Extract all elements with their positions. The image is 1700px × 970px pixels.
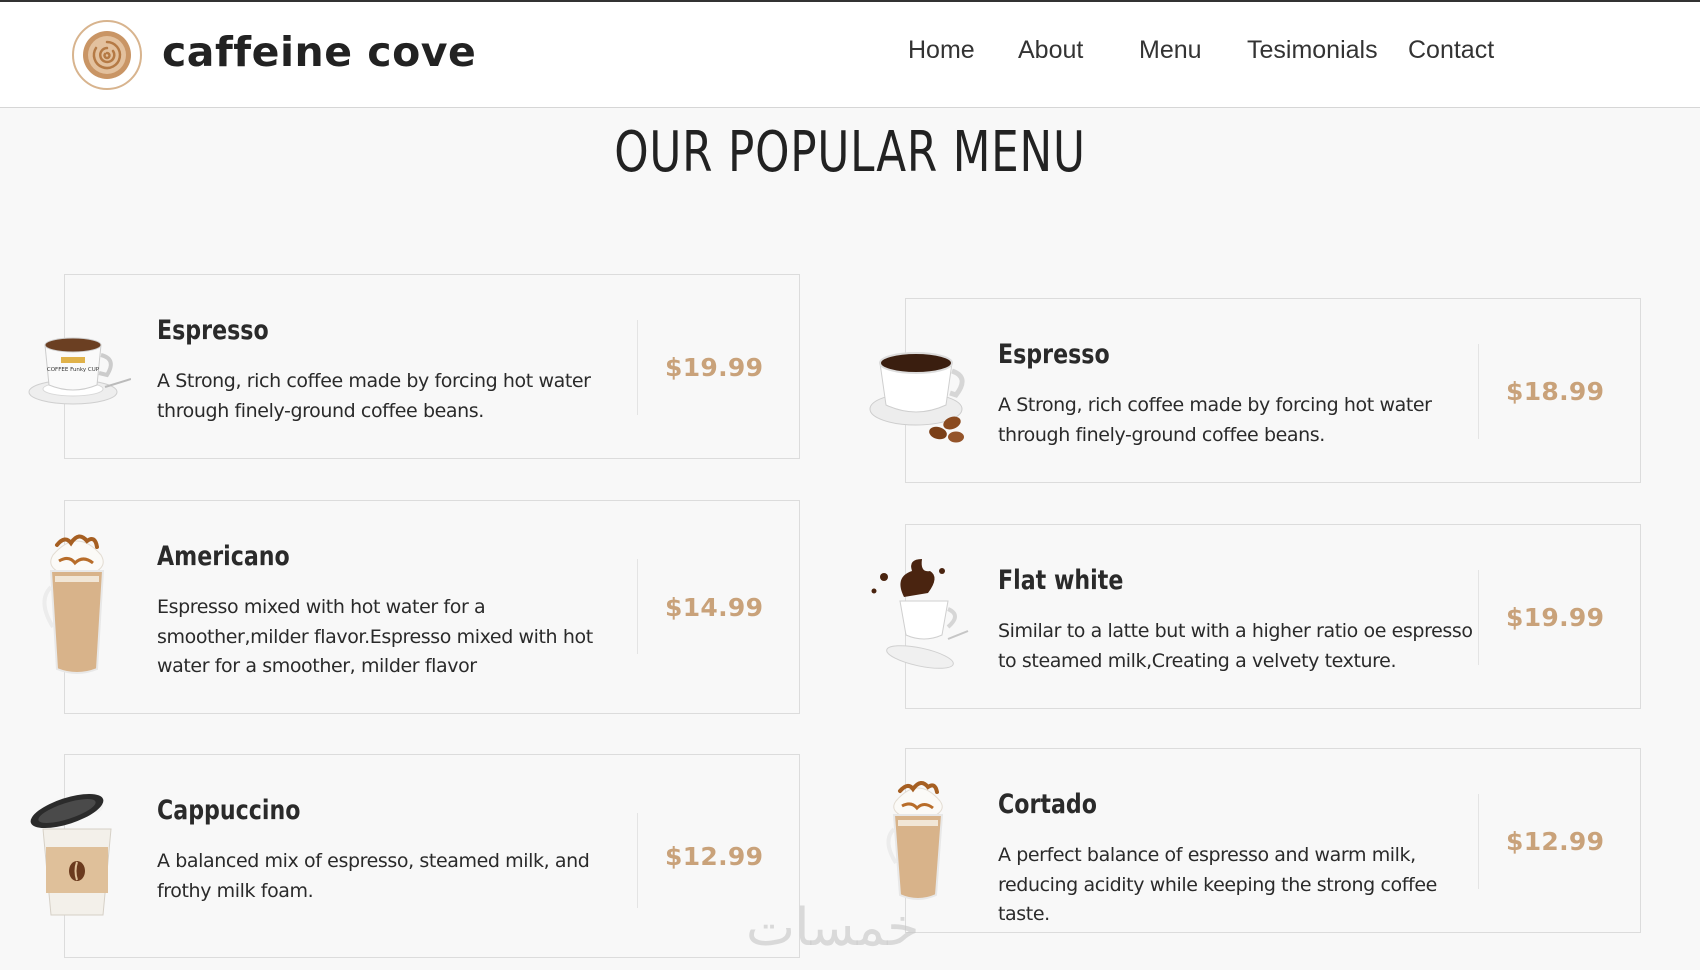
item-name: Cappuccino (157, 795, 301, 826)
item-description: Espresso mixed with hot water for a smoo… (157, 596, 593, 677)
menu-card[interactable]: Americano Espresso mixed with hot water … (42, 500, 800, 714)
item-description: A perfect balance of espresso and warm m… (998, 844, 1437, 925)
logo-swirl-icon[interactable] (70, 18, 144, 92)
section-title: OUR POPULAR MENU (614, 120, 1086, 185)
nav-testimonials[interactable]: Tesimonials (1247, 36, 1378, 65)
menu-card[interactable]: Cappuccino A balanced mix of espresso, s… (30, 754, 800, 958)
coffee-cup-icon: COFFEE Funky CUP (23, 317, 131, 417)
item-name: Cortado (998, 789, 1097, 820)
item-name: Espresso (157, 315, 269, 346)
menu-card[interactable]: Flat white Similar to a latte but with a… (871, 524, 1641, 709)
item-description: Similar to a latte but with a higher rat… (998, 620, 1473, 672)
item-name: Flat white (998, 565, 1124, 596)
item-price: $12.99 (665, 842, 764, 871)
divider (1478, 570, 1479, 665)
item-price: $12.99 (1506, 827, 1605, 856)
item-price: $19.99 (1506, 603, 1605, 632)
cup-print: COFFEE Funky CUP (47, 367, 100, 373)
item-description: A Strong, rich coffee made by forcing ho… (157, 370, 591, 422)
menu-card[interactable]: Cortado A perfect balance of espresso an… (886, 748, 1641, 933)
watermark: خمسات (746, 898, 920, 958)
nav-home[interactable]: Home (908, 36, 975, 65)
item-description: A Strong, rich coffee made by forcing ho… (998, 394, 1432, 446)
item-description: A balanced mix of espresso, steamed milk… (157, 850, 590, 902)
menu-card[interactable]: COFFEE Funky CUP Espresso A Strong, rich… (28, 274, 800, 459)
menu-card[interactable]: Espresso A Strong, rich coffee made by f… (869, 298, 1641, 483)
takeaway-cup-icon (23, 789, 131, 919)
item-price: $19.99 (665, 353, 764, 382)
brand-name[interactable]: caffeine cove (162, 28, 476, 76)
nav-about[interactable]: About (1018, 36, 1083, 65)
nav-menu[interactable]: Menu (1139, 36, 1202, 65)
divider (637, 813, 638, 908)
site-header: caffeine cove Home About Menu Tesimonial… (0, 2, 1700, 108)
splash-cup-icon (864, 557, 972, 677)
divider (1478, 344, 1479, 439)
item-name: Americano (157, 541, 290, 572)
iced-latte-icon (864, 779, 972, 905)
item-name: Espresso (998, 339, 1110, 370)
item-price: $14.99 (665, 593, 764, 622)
nav-contact[interactable]: Contact (1408, 36, 1494, 65)
espresso-cup-icon (864, 339, 972, 449)
item-price: $18.99 (1506, 377, 1605, 406)
divider (637, 320, 638, 415)
divider (1478, 794, 1479, 889)
iced-latte-icon (23, 531, 131, 681)
divider (637, 559, 638, 654)
